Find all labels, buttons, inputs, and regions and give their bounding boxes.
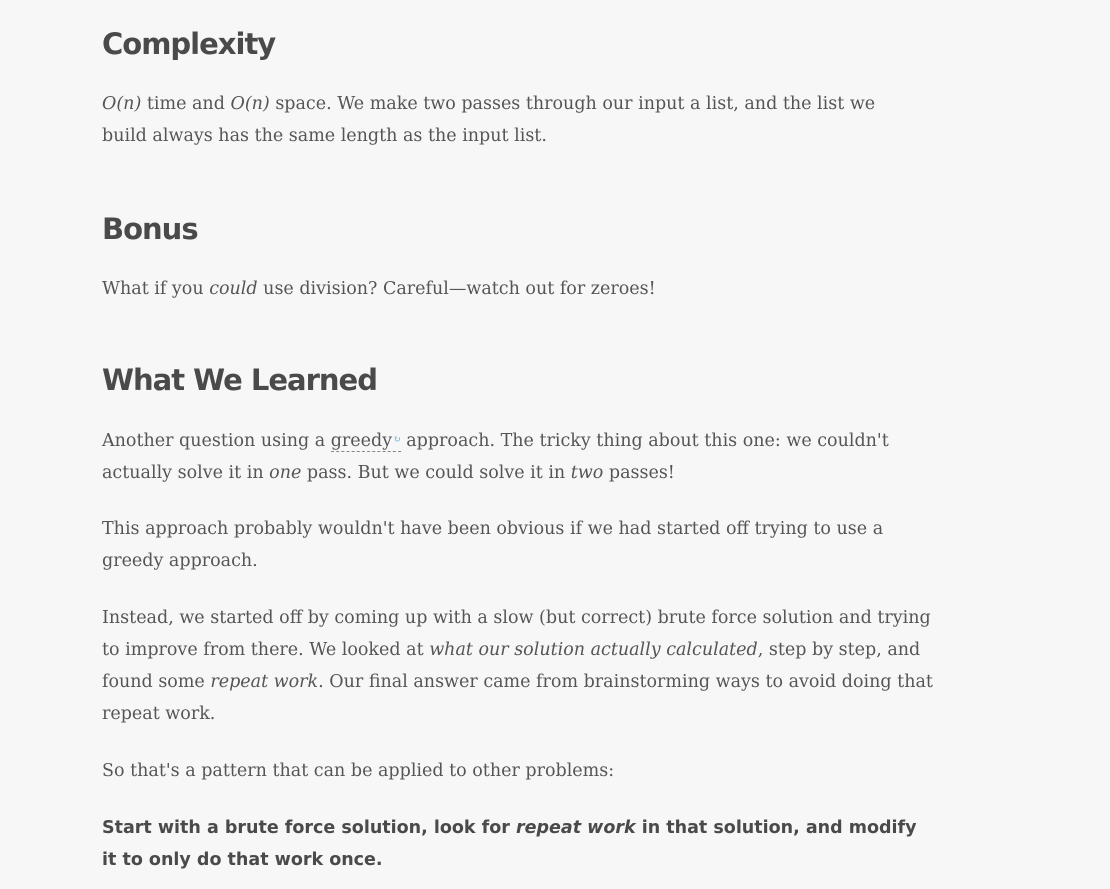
- bonus-paragraph: What if you could use division? Careful—…: [102, 273, 656, 305]
- learned-p1-text-4: passes!: [603, 463, 675, 483]
- section-heading-what-we-learned: What We Learned: [102, 363, 378, 397]
- learned-p1-text-1: Another question using a: [102, 431, 331, 451]
- learned-paragraph-3: Instead, we started off by coming up wit…: [102, 602, 952, 730]
- section-heading-complexity: Complexity: [102, 27, 276, 61]
- greedy-term-link[interactable]: greedy↻: [330, 431, 401, 452]
- learned-p1-emphasis-2: two: [570, 463, 604, 483]
- takeaway-text-1: Start with a brute force solution, look …: [102, 818, 517, 838]
- learned-p3-emphasis-2: repeat work: [210, 672, 319, 692]
- learned-p1-text-3: pass. But we could solve it in: [301, 463, 571, 483]
- learned-p3-emphasis-1: what our solution actually calculated: [429, 640, 758, 660]
- bonus-emphasis: could: [209, 279, 258, 299]
- complexity-text-1: time and: [141, 94, 231, 114]
- space-complexity-math: O(n): [230, 94, 270, 114]
- time-complexity-math: O(n): [102, 94, 142, 114]
- greedy-term-label: greedy: [330, 431, 393, 451]
- learned-paragraph-1: Another question using a greedy↻ approac…: [102, 424, 962, 489]
- learned-p1-emphasis-1: one: [269, 463, 302, 483]
- complexity-paragraph: O(n) time and O(n) space. We make two pa…: [102, 88, 922, 152]
- bonus-text-2: use division? Careful—watch out for zero…: [257, 279, 656, 299]
- takeaway-emphasis: repeat work: [516, 818, 636, 838]
- section-heading-bonus: Bonus: [102, 212, 199, 246]
- learned-key-takeaway: Start with a brute force solution, look …: [102, 812, 932, 876]
- learned-paragraph-2: This approach probably wouldn't have bee…: [102, 519, 884, 571]
- definition-icon: ↻: [393, 435, 401, 445]
- bonus-text-1: What if you: [102, 279, 210, 299]
- learned-paragraph-4: So that's a pattern that can be applied …: [102, 761, 615, 781]
